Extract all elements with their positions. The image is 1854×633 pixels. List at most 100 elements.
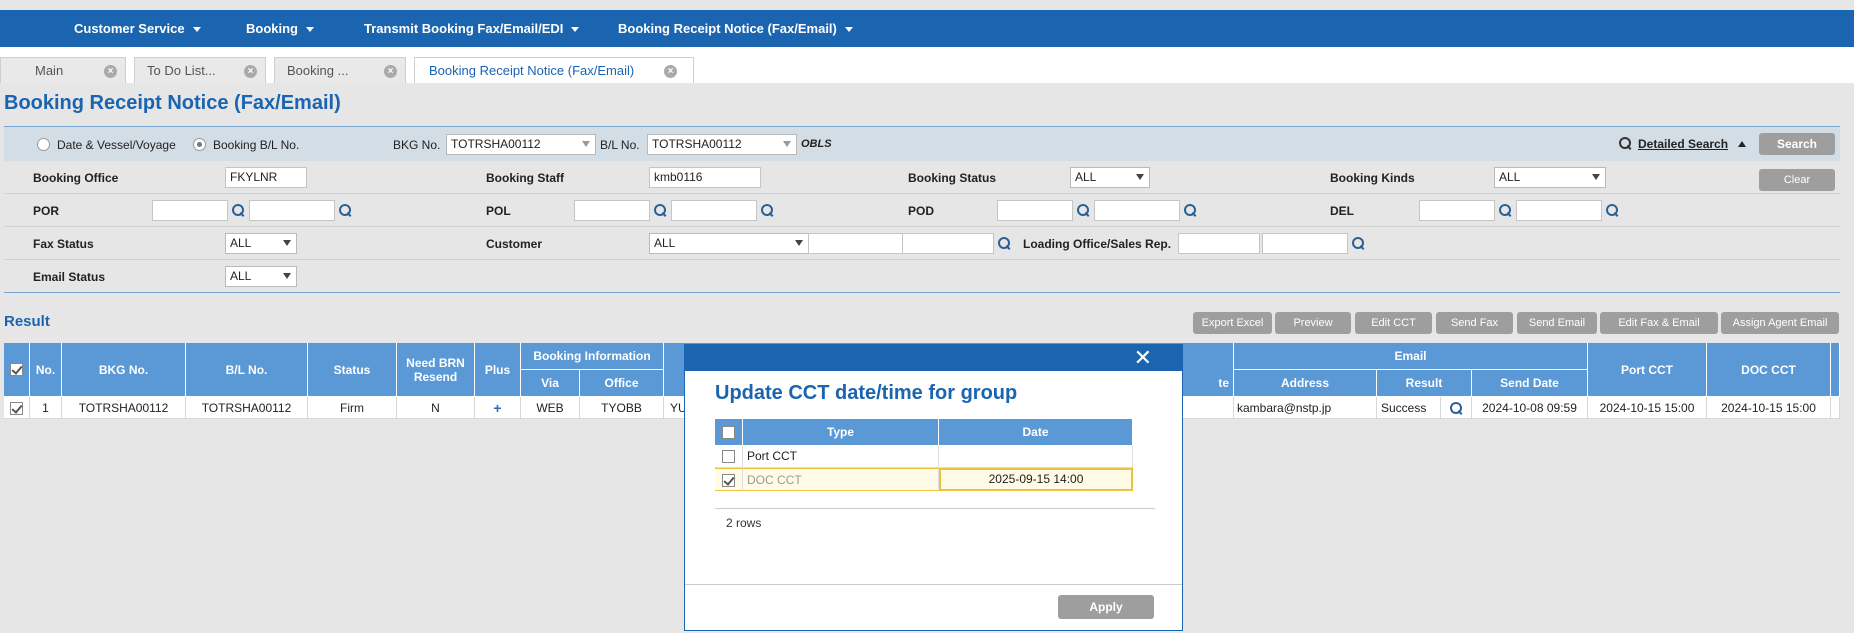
row-checkbox[interactable] [722,450,735,464]
search-icon[interactable] [761,204,774,217]
edit-fax-email-button[interactable]: Edit Fax & Email [1600,312,1718,334]
chevron-down-icon [283,273,291,279]
col-bkg-no[interactable]: BKG No. [62,343,186,397]
bl-no-select[interactable]: TOTRSHA00112 [647,134,797,155]
update-cct-dialog: ✕ Update CCT date/time for group Type Da… [684,344,1183,631]
col-status[interactable]: Status [308,343,397,397]
select-all-header[interactable] [715,419,743,445]
col-overflow [1831,343,1840,397]
pod-label: POD [908,204,935,218]
col-need-brn-resend[interactable]: Need BRN Resend [397,343,475,397]
col-doc-cct[interactable]: DOC CCT [1707,343,1831,397]
booking-status-label: Booking Status [908,171,997,185]
search-icon[interactable] [1606,204,1619,217]
tab-booking-receipt-notice[interactable]: Booking Receipt Notice (Fax/Email) × [414,57,694,83]
search-icon[interactable] [1077,204,1090,217]
select-all-header[interactable] [4,343,30,397]
pol-input-2[interactable] [671,200,757,221]
booking-staff-input[interactable]: kmb0116 [649,167,761,188]
preview-button[interactable]: Preview [1275,312,1351,334]
filter-panel: Booking Office FKYLNR Booking Staff kmb0… [4,161,1840,293]
chevron-up-icon[interactable] [1738,141,1746,147]
booking-kinds-select[interactable]: ALL [1494,167,1606,188]
result-search-cell[interactable] [1441,397,1472,419]
col-port-cct[interactable]: Port CCT [1588,343,1707,397]
apply-button[interactable]: Apply [1058,595,1154,619]
fax-status-select[interactable]: ALL [225,233,297,254]
por-input-1[interactable] [152,200,228,221]
customer-input-2[interactable] [902,233,994,254]
close-icon[interactable]: ✕ [1134,347,1152,369]
col-type[interactable]: Type [743,419,939,445]
col-address[interactable]: Address [1234,370,1377,397]
customer-select[interactable]: ALL [649,233,809,254]
customer-input-1[interactable] [808,233,904,254]
table-cell-date[interactable] [939,445,1133,468]
search-icon[interactable] [1499,204,1512,217]
select-all-checkbox[interactable] [722,426,735,440]
menu-booking-receipt-notice[interactable]: Booking Receipt Notice (Fax/Email) [618,10,853,47]
search-icon[interactable] [998,237,1011,250]
row-checkbox[interactable] [10,402,23,416]
bkg-no-label: BKG No. [393,138,441,152]
col-plus[interactable]: Plus [475,343,521,397]
row-checkbox[interactable] [722,474,735,488]
col-result[interactable]: Result [1377,370,1472,397]
select-all-checkbox[interactable] [10,363,23,376]
col-office[interactable]: Office [580,370,664,397]
row-checkbox-cell[interactable] [715,468,743,491]
table-cell-bkg-no[interactable]: TOTRSHA00112 [62,397,186,419]
search-icon[interactable] [1450,402,1463,415]
col-bl-no[interactable]: B/L No. [186,343,308,397]
col-date[interactable]: Date [939,419,1133,445]
close-icon[interactable]: × [384,65,397,78]
filter-row-2: POR POL POD DEL [4,194,1840,227]
export-excel-button[interactable]: Export Excel [1193,312,1272,334]
assign-agent-email-button[interactable]: Assign Agent Email [1721,312,1839,334]
col-send-date[interactable]: Send Date [1472,370,1588,397]
row-checkbox-cell[interactable] [4,397,30,419]
row-checkbox-cell[interactable] [715,445,743,468]
search-button[interactable]: Search [1759,133,1835,155]
por-input-2[interactable] [249,200,335,221]
radio-booking-bl[interactable] [193,138,206,151]
pol-input-1[interactable] [574,200,650,221]
table-cell-bl-no[interactable]: TOTRSHA00112 [186,397,308,419]
group-email: Email [1234,343,1588,370]
clear-button[interactable]: Clear [1759,169,1835,191]
email-status-select[interactable]: ALL [225,266,297,287]
send-email-button[interactable]: Send Email [1517,312,1597,334]
close-icon[interactable]: × [664,65,677,78]
close-icon[interactable]: × [104,65,117,78]
tab-booking[interactable]: Booking ... × [274,57,406,83]
tab-to-do-list[interactable]: To Do List... × [134,57,266,83]
pod-input-1[interactable] [997,200,1073,221]
search-icon[interactable] [654,204,667,217]
search-icon[interactable] [1352,237,1365,250]
col-via[interactable]: Via [521,370,580,397]
row-count: 2 rows [726,516,762,530]
booking-office-input[interactable]: FKYLNR [225,167,307,188]
menu-customer-service[interactable]: Customer Service [74,10,201,47]
detailed-search-link[interactable]: Detailed Search [1638,137,1728,151]
search-icon[interactable] [232,204,245,217]
booking-status-select[interactable]: ALL [1070,167,1150,188]
del-input-1[interactable] [1419,200,1495,221]
edit-cct-button[interactable]: Edit CCT [1355,312,1432,334]
close-icon[interactable]: × [244,65,257,78]
loading-office-input-1[interactable] [1178,233,1260,254]
search-icon[interactable] [1184,204,1197,217]
search-icon[interactable] [339,204,352,217]
filter-row-3: Fax Status ALL Customer ALL Loading Offi… [4,227,1840,260]
del-input-2[interactable] [1516,200,1602,221]
menu-booking[interactable]: Booking [246,10,314,47]
send-fax-button[interactable]: Send Fax [1436,312,1513,334]
bkg-no-select[interactable]: TOTRSHA00112 [446,134,596,155]
tab-main[interactable]: Main × [0,57,126,83]
plus-icon[interactable]: + [475,397,521,419]
pod-input-2[interactable] [1094,200,1180,221]
loading-office-input-2[interactable] [1262,233,1348,254]
radio-date-vessel[interactable] [37,138,50,151]
menu-transmit-booking[interactable]: Transmit Booking Fax/Email/EDI [364,10,580,47]
date-input[interactable]: 2025-09-15 14:00 [939,468,1133,491]
